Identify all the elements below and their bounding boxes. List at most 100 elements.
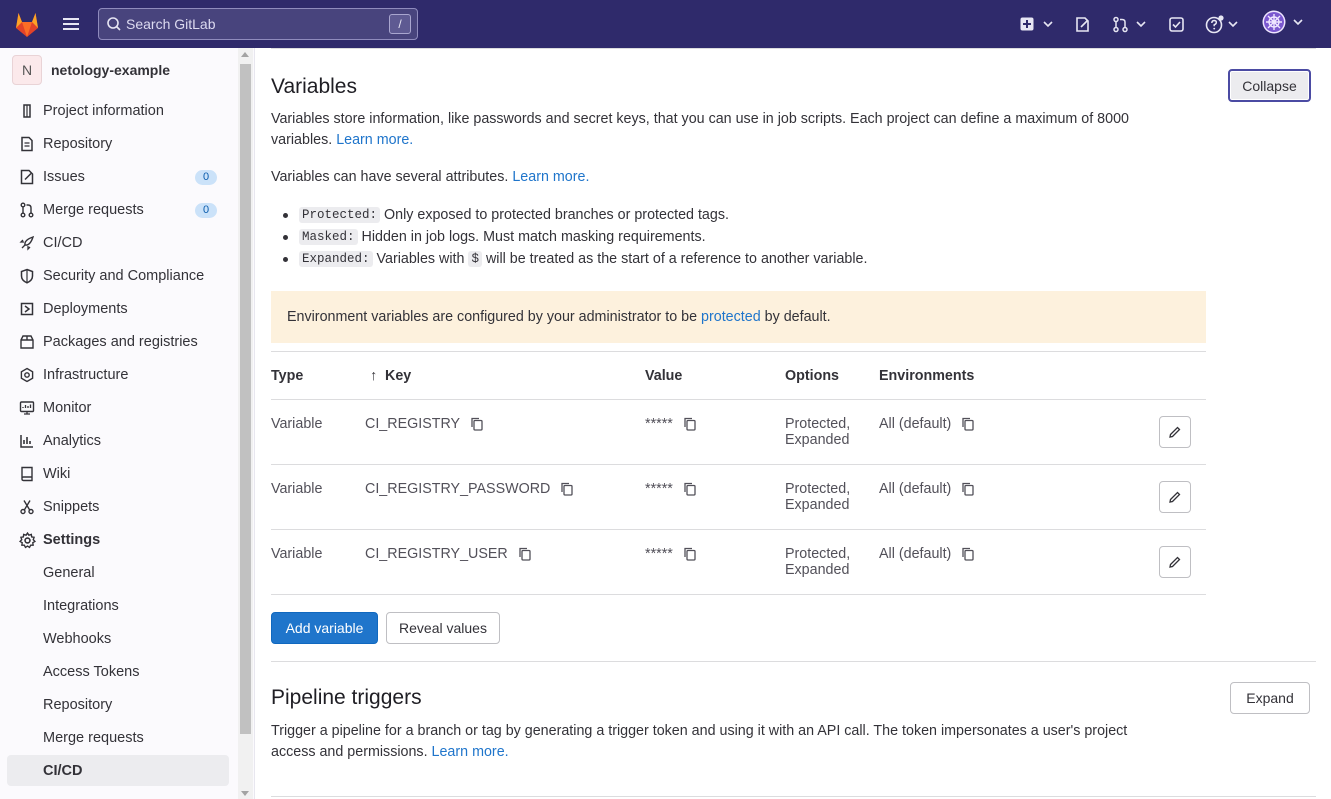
sidebar-scrollbar[interactable]: [238, 48, 253, 799]
chevron-down-icon: [1293, 19, 1303, 26]
monitor-icon: [18, 399, 36, 417]
merge-requests-nav[interactable]: [1112, 14, 1148, 34]
settings-sub-webhooks[interactable]: Webhooks: [7, 623, 229, 654]
triggers-learn-more-link[interactable]: Learn more.: [432, 744, 509, 760]
code-expanded: Expanded:: [299, 251, 373, 267]
search-placeholder: Search GitLab: [126, 16, 216, 32]
sidebar-sub-label: CI/CD: [43, 762, 83, 779]
sidebar-sub-label: Access Tokens: [43, 663, 140, 680]
new-item-dropdown[interactable]: [1019, 14, 1055, 34]
gitlab-logo-icon[interactable]: [12, 10, 42, 38]
settings-sub-merge-requests[interactable]: Merge requests: [7, 722, 229, 753]
variable-env-text: All (default): [879, 481, 952, 497]
variable-value-text: *****: [645, 481, 673, 497]
issues-icon: [1076, 16, 1089, 32]
settings-sub-repository[interactable]: Repository: [7, 689, 229, 720]
protected-link[interactable]: protected: [701, 309, 761, 325]
variable-environment: All (default): [879, 416, 975, 432]
copy-icon[interactable]: [518, 547, 532, 561]
sidebar-project-header[interactable]: N netology-example: [12, 55, 170, 85]
copy-icon[interactable]: [560, 482, 574, 496]
sidebar-sub-label: Integrations: [43, 597, 119, 614]
collapse-button[interactable]: Collapse: [1228, 69, 1311, 102]
sidebar-item-security-and-compliance[interactable]: Security and Compliance: [7, 261, 229, 291]
user-avatar-icon: [1262, 10, 1286, 34]
column-key[interactable]: Key: [385, 368, 411, 384]
settings-sub-integrations[interactable]: Integrations: [7, 590, 229, 621]
sidebar-item-deployments[interactable]: Deployments: [7, 294, 229, 324]
issues-count-badge: 0: [195, 170, 217, 185]
variables-table: Type ↑ Key Value Options Environments Va…: [271, 351, 1206, 595]
search-input[interactable]: Search GitLab /: [98, 8, 418, 40]
attributes-learn-more-link[interactable]: Learn more.: [512, 169, 589, 185]
doc-icon: [18, 135, 36, 153]
expand-button[interactable]: Expand: [1230, 682, 1310, 714]
settings-sub-ci-cd[interactable]: CI/CD: [7, 755, 229, 786]
scroll-down-arrow-icon[interactable]: [241, 791, 249, 796]
variable-options: Protected, Expanded: [785, 546, 850, 578]
copy-icon[interactable]: [470, 417, 484, 431]
hamburger-menu-icon[interactable]: [60, 13, 82, 35]
sidebar-item-label: Issues: [43, 169, 85, 185]
scrollbar-thumb[interactable]: [240, 64, 251, 734]
sidebar-item-infrastructure[interactable]: Infrastructure: [7, 360, 229, 390]
sidebar-item-packages-and-registries[interactable]: Packages and registries: [7, 327, 229, 357]
scroll-up-arrow-icon[interactable]: [241, 52, 249, 57]
sidebar-item-repository[interactable]: Repository: [7, 129, 229, 159]
edit-variable-button[interactable]: [1159, 546, 1191, 578]
attributes-paragraph: Variables can have several attributes. L…: [271, 167, 589, 188]
bullet-dot-icon: [283, 256, 288, 262]
gear-icon: [18, 531, 36, 549]
sidebar-item-label: Wiki: [43, 466, 71, 482]
copy-icon[interactable]: [683, 547, 697, 561]
variable-key-text: CI_REGISTRY: [365, 416, 461, 432]
divider: [271, 661, 1316, 662]
reveal-values-button[interactable]: Reveal values: [386, 612, 500, 644]
merge-request-icon: [18, 201, 36, 219]
copy-icon[interactable]: [961, 547, 975, 561]
bullet-text-2: will be treated as the start of a refere…: [485, 251, 868, 267]
variables-description: Variables store information, like passwo…: [271, 109, 1191, 151]
copy-icon[interactable]: [683, 482, 697, 496]
sidebar-item-settings[interactable]: Settings: [7, 525, 229, 555]
settings-sub-access-tokens[interactable]: Access Tokens: [7, 656, 229, 687]
sidebar-item-label: Repository: [43, 136, 113, 152]
variable-value: *****: [645, 546, 697, 562]
pipeline-triggers-title: Pipeline triggers: [271, 686, 422, 709]
copy-icon[interactable]: [961, 417, 975, 431]
chevron-down-icon: [1228, 21, 1238, 28]
user-menu-dropdown[interactable]: [1262, 10, 1305, 34]
sidebar-item-monitor[interactable]: Monitor: [7, 393, 229, 423]
edit-variable-button[interactable]: [1159, 481, 1191, 513]
sidebar-item-issues[interactable]: Issues 0: [7, 162, 229, 192]
variable-value: *****: [645, 481, 697, 497]
edit-variable-button[interactable]: [1159, 416, 1191, 448]
table-row: Variable CI_REGISTRY_USER ***** Protecte…: [271, 530, 1206, 595]
help-dropdown[interactable]: [1205, 14, 1240, 34]
sidebar-item-label: Project information: [43, 103, 164, 119]
pencil-icon: [1169, 556, 1181, 568]
variable-type: Variable: [271, 546, 323, 562]
column-key-sort-arrow-icon[interactable]: ↑: [370, 368, 377, 384]
copy-icon[interactable]: [683, 417, 697, 431]
variable-env-text: All (default): [879, 416, 952, 432]
settings-sub-general[interactable]: General: [7, 557, 229, 588]
book-icon: [18, 465, 36, 483]
sidebar-item-analytics[interactable]: Analytics: [7, 426, 229, 456]
issues-nav-button[interactable]: [1074, 14, 1091, 34]
sidebar-sub-label: Webhooks: [43, 630, 112, 647]
sidebar-item-merge-requests[interactable]: Merge requests 0: [7, 195, 229, 225]
todos-nav-button[interactable]: [1168, 14, 1185, 34]
option-protected: Protected,: [785, 416, 851, 432]
variable-value-text: *****: [645, 416, 673, 432]
sidebar-item-ci-cd[interactable]: CI/CD: [7, 228, 229, 258]
copy-icon[interactable]: [961, 482, 975, 496]
list-item: Expanded: Variables with $ will be treated …: [271, 248, 867, 270]
alert-text-end: by default.: [764, 309, 831, 325]
sidebar-item-project-information[interactable]: Project information: [7, 96, 229, 126]
sidebar-item-label: Settings: [43, 532, 101, 548]
add-variable-button[interactable]: Add variable: [271, 612, 378, 644]
sidebar-item-snippets[interactable]: Snippets: [7, 492, 229, 522]
learn-more-link[interactable]: Learn more.: [336, 132, 413, 148]
sidebar-item-wiki[interactable]: Wiki: [7, 459, 229, 489]
